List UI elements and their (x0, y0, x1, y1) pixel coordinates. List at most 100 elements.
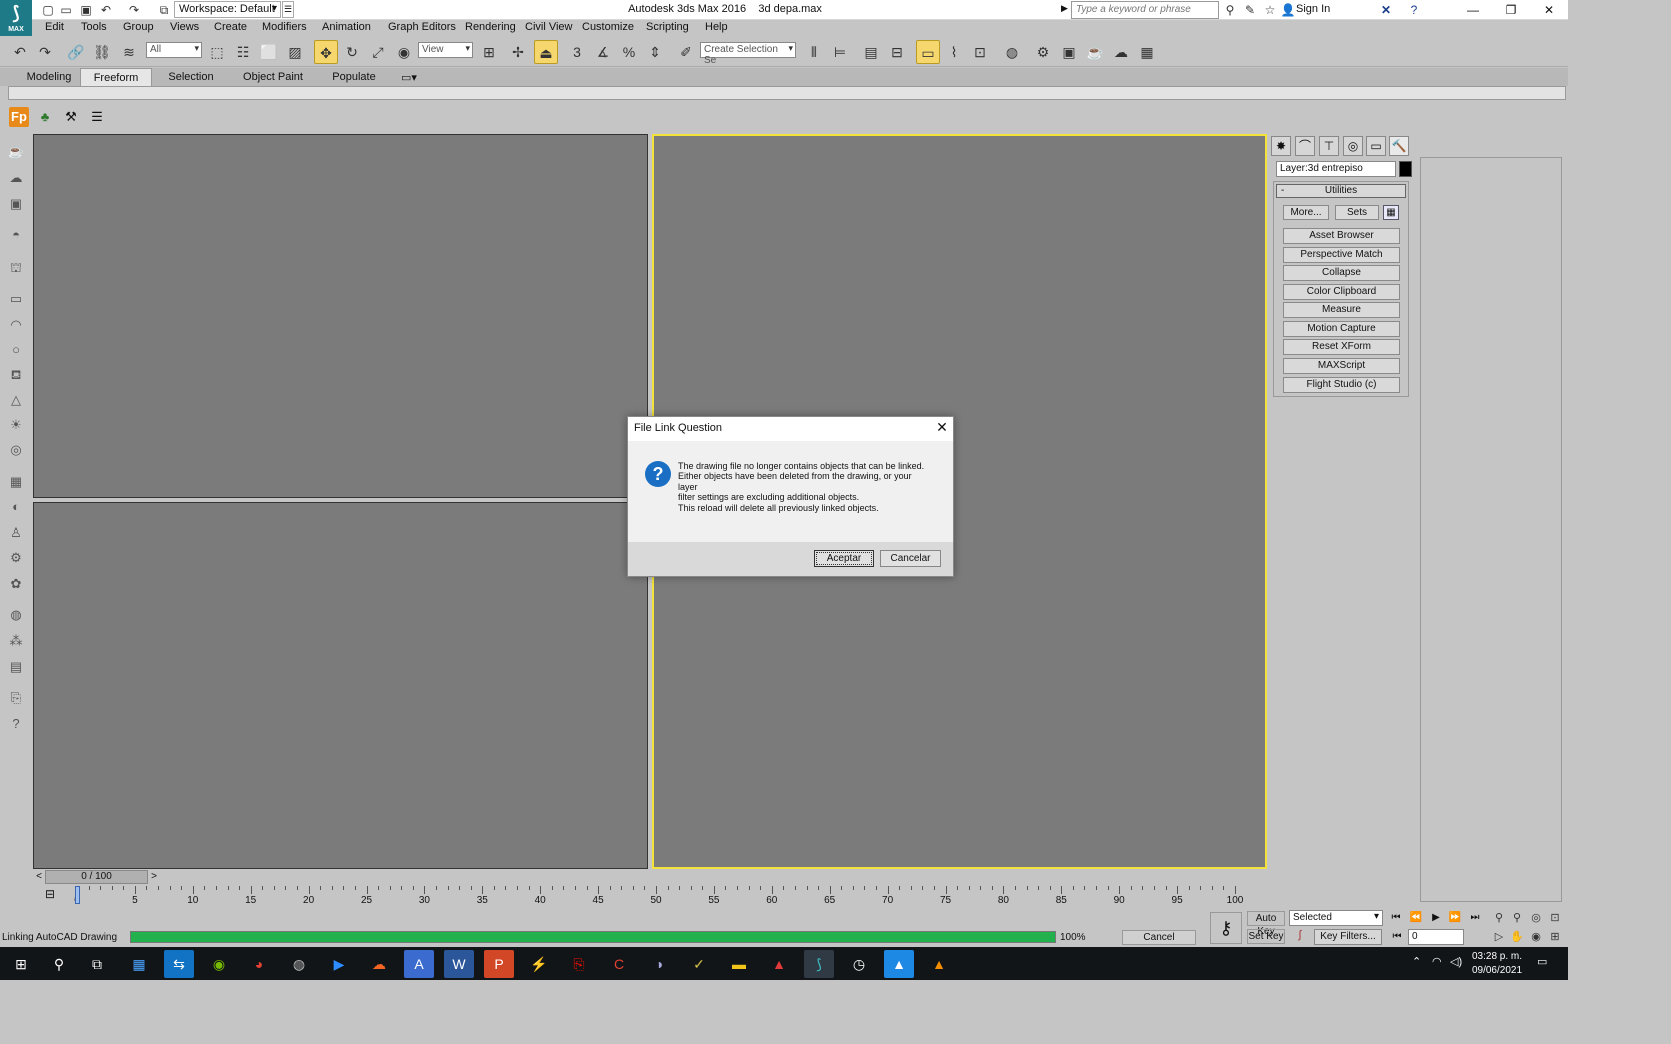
search-icon[interactable]: ⚲ (44, 950, 74, 978)
autodesk-app-icon[interactable]: ▲ (884, 950, 914, 978)
snaps-toggle-icon[interactable]: 3 (565, 40, 589, 64)
display-tab-icon[interactable]: ▭ (1366, 136, 1386, 156)
menu-tools[interactable]: Tools (81, 21, 107, 33)
tab-freeform[interactable]: Freeform (80, 68, 152, 86)
a360-gallery-icon[interactable]: ▦ (1135, 40, 1159, 64)
task-view-icon[interactable]: ⧉ (82, 950, 112, 978)
go-to-end-icon[interactable]: ⏭ (1466, 910, 1484, 926)
named-selection-dropdown[interactable]: Create Selection Se (700, 42, 796, 66)
tab-object-paint[interactable]: Object Paint (238, 68, 308, 86)
ccleaner-icon[interactable]: C (604, 950, 634, 978)
app-eye-icon[interactable]: ◑ (644, 950, 674, 978)
selection-filter-dropdown[interactable]: All (146, 42, 202, 58)
key-filters-button[interactable]: Key Filters... (1314, 929, 1382, 945)
new-file-icon[interactable]: ▢ (40, 2, 56, 18)
windows-start-icon[interactable]: ⊞ (6, 950, 36, 978)
set-key-icon[interactable]: ⚷ (1210, 912, 1242, 944)
zoom-all-icon[interactable]: ⚲ (1508, 910, 1526, 926)
next-frame-icon[interactable]: ⏩ (1446, 910, 1464, 926)
disk-icon[interactable]: ◍ (284, 950, 314, 978)
rectangular-selection-icon[interactable]: ⬜ (257, 40, 281, 64)
perspective-match-button[interactable]: Perspective Match (1283, 247, 1400, 263)
time-slider-next[interactable]: > (148, 870, 160, 884)
menu-graph-editors[interactable]: Graph Editors (388, 21, 456, 33)
collapse-button[interactable]: Collapse (1283, 265, 1400, 281)
close-icon[interactable]: ✕ (934, 419, 950, 435)
configure-sets-icon[interactable]: ▦ (1383, 205, 1399, 220)
close-window-icon[interactable]: ✕ (1530, 0, 1568, 20)
hierarchy-tab-icon[interactable]: ⊤ (1319, 136, 1339, 156)
binoculars-icon[interactable]: ⚲ (1222, 2, 1238, 18)
mini-curve-editor-icon[interactable]: ⊟ (42, 887, 58, 903)
undo-icon[interactable]: ↶ (8, 40, 32, 64)
select-by-name-icon[interactable]: ☷ (231, 40, 255, 64)
auto-key-button[interactable]: Auto Key (1247, 911, 1285, 937)
color-clipboard-button[interactable]: Color Clipboard (1283, 284, 1400, 300)
render-setup-icon[interactable]: ⚙ (1031, 40, 1055, 64)
undo-icon[interactable]: ↶ (98, 2, 114, 18)
vlc-icon[interactable]: ▲ (924, 950, 954, 978)
clock-app-icon[interactable]: ◷ (844, 950, 874, 978)
render-icon[interactable]: ▤ (6, 657, 26, 677)
go-to-start-icon[interactable]: ⏮ (1387, 910, 1405, 926)
manipulate-icon[interactable]: ✢ (506, 40, 530, 64)
key-mode-toggle-icon[interactable]: ⏮ (1388, 929, 1406, 945)
menu-views[interactable]: Views (170, 21, 199, 33)
current-frame-marker[interactable] (75, 886, 80, 904)
viewport-bottom-left[interactable] (33, 502, 648, 869)
powerpoint-icon[interactable]: P (484, 950, 514, 978)
sign-in-link[interactable]: Sign In (1296, 3, 1330, 15)
store-icon[interactable]: ▦ (124, 950, 154, 978)
time-slider-prev[interactable]: < (33, 870, 45, 884)
utilities-rollout-header[interactable]: - Utilities (1276, 184, 1406, 198)
scene-icon[interactable]: ⛫ (6, 258, 26, 278)
teamviewer-icon[interactable]: ⇆ (164, 950, 194, 978)
key-tangent-icon[interactable]: ∫ (1290, 929, 1310, 945)
clipboard-icon[interactable]: ⎘ (6, 688, 26, 708)
maxscript-button[interactable]: MAXScript (1283, 358, 1400, 374)
ribbon-options-icon[interactable]: ▭▾ (398, 68, 420, 86)
app-check-icon[interactable]: ✓ (684, 950, 714, 978)
current-frame-field[interactable]: 0 (1408, 929, 1464, 945)
render-in-cloud-icon[interactable]: ☁ (1109, 40, 1133, 64)
keyboard-shortcut-override-icon[interactable]: ⏏ (534, 40, 558, 64)
curve-editor-icon[interactable]: ⌇ (942, 40, 966, 64)
save-icon[interactable]: ▣ (78, 2, 94, 18)
cancel-progress-button[interactable]: Cancel (1122, 930, 1196, 945)
tab-selection[interactable]: Selection (160, 68, 222, 86)
zoom-extents-all-icon[interactable]: ⊡ (1546, 910, 1564, 926)
viewport-top-left[interactable] (33, 134, 648, 498)
key-mode-dropdown[interactable]: Selected (1289, 910, 1383, 926)
autocad-icon[interactable]: ▲ (764, 950, 794, 978)
select-and-move-icon[interactable]: ✥ (314, 40, 338, 64)
favorites-icon[interactable]: ☆ (1262, 2, 1278, 18)
set-key-button[interactable]: Set Key (1247, 929, 1285, 944)
flash-icon[interactable]: ⚡ (524, 950, 554, 978)
cancel-button[interactable]: Cancelar (880, 550, 941, 567)
schematic-view-icon[interactable]: ⊡ (968, 40, 992, 64)
flight-studio-button[interactable]: Flight Studio (c) (1283, 377, 1400, 393)
freeform-icon[interactable]: Fp (9, 107, 29, 127)
rendered-frame-window-icon[interactable]: ▣ (1057, 40, 1081, 64)
help-circle-icon[interactable]: ? (6, 714, 26, 734)
quick-access-menu-icon[interactable]: ☰ (282, 1, 294, 18)
volume-icon[interactable]: ◁) (1450, 955, 1462, 968)
list-icon[interactable]: ☰ (87, 107, 107, 127)
bind-space-warp-icon[interactable]: ≋ (117, 40, 141, 64)
track-bar[interactable]: 0510152025303540455055606570758085909510… (64, 886, 1243, 906)
taskbar-clock[interactable]: 03:28 p. m. 09/06/2021 (1467, 950, 1527, 978)
select-object-icon[interactable]: ⬚ (205, 40, 229, 64)
app-logo[interactable]: ⟆ MAX (0, 0, 32, 36)
tray-expand-icon[interactable]: ⌃ (1412, 955, 1421, 968)
populate-icon[interactable]: ♣ (35, 107, 55, 127)
app-a-icon[interactable]: A (404, 950, 434, 978)
workspace-dropdown[interactable]: Workspace: Default (174, 1, 281, 18)
open-file-icon[interactable]: ▭ (58, 2, 74, 18)
disc-icon[interactable]: ◎ (6, 440, 26, 460)
select-and-rotate-icon[interactable]: ↻ (340, 40, 364, 64)
notifications-icon[interactable]: ▭ (1537, 955, 1547, 968)
cloud-icon[interactable]: ☁ (6, 168, 26, 188)
grid-icon[interactable]: ▦ (6, 472, 26, 492)
menu-group[interactable]: Group (123, 21, 154, 33)
menu-customize[interactable]: Customize (582, 21, 634, 33)
